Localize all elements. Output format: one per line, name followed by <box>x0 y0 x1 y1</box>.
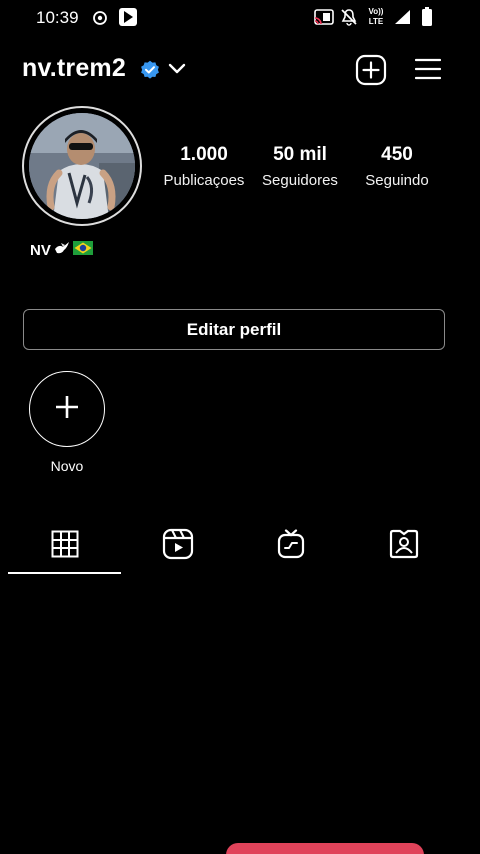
tab-tagged[interactable] <box>347 525 460 567</box>
stat-label: Seguidores <box>262 172 338 189</box>
tab-reels[interactable] <box>121 525 234 567</box>
tab-igtv[interactable] <box>234 525 347 567</box>
instagram-circle-icon <box>92 10 108 31</box>
menu-icon[interactable] <box>414 57 442 86</box>
status-bar: 10:39 Vo)) LTE <box>0 0 480 36</box>
profile-header: nv.trem2 <box>0 50 480 92</box>
stat-label: Seguindo <box>365 172 429 189</box>
edit-profile-button[interactable]: Editar perfil <box>23 309 445 350</box>
new-highlight-button[interactable] <box>29 371 105 447</box>
bottom-toast[interactable] <box>226 843 424 854</box>
reels-icon <box>162 528 194 565</box>
mute-icon <box>340 8 358 31</box>
avatar[interactable] <box>29 113 135 219</box>
bio-text: NV <box>30 241 51 259</box>
new-highlight-label: Novo <box>50 458 84 474</box>
volte-icon: Vo)) LTE <box>368 7 384 26</box>
stat-seguindo[interactable]: 450 Seguindo <box>347 144 447 189</box>
stat-value: 50 mil <box>273 144 327 165</box>
active-tab-indicator <box>8 572 121 574</box>
chevron-down-icon[interactable] <box>168 62 186 81</box>
brazil-flag-emoji-icon <box>72 241 93 259</box>
play-store-icon <box>118 7 138 32</box>
bio: NV <box>30 240 93 260</box>
stat-label: Publicaçoes <box>163 172 245 189</box>
signal-icon <box>394 9 412 30</box>
stat-seguidores[interactable]: 50 mil Seguidores <box>250 144 350 189</box>
status-time: 10:39 <box>36 8 79 27</box>
stat-value: 450 <box>381 144 413 165</box>
stat-publicacoes[interactable]: 1.000 Publicaçoes <box>154 144 254 189</box>
avatar-ring[interactable] <box>22 106 142 226</box>
add-post-icon[interactable] <box>355 54 387 91</box>
username[interactable]: nv.trem2 <box>22 54 126 83</box>
cast-icon <box>314 9 334 30</box>
grid-icon <box>51 530 79 563</box>
plus-icon <box>54 394 80 425</box>
stat-value: 1.000 <box>180 144 228 165</box>
dove-emoji-icon <box>53 240 71 260</box>
igtv-icon <box>277 528 305 564</box>
tagged-icon <box>389 529 419 564</box>
verified-badge-icon <box>140 60 160 85</box>
tab-grid[interactable] <box>8 525 121 567</box>
battery-icon <box>421 7 433 32</box>
